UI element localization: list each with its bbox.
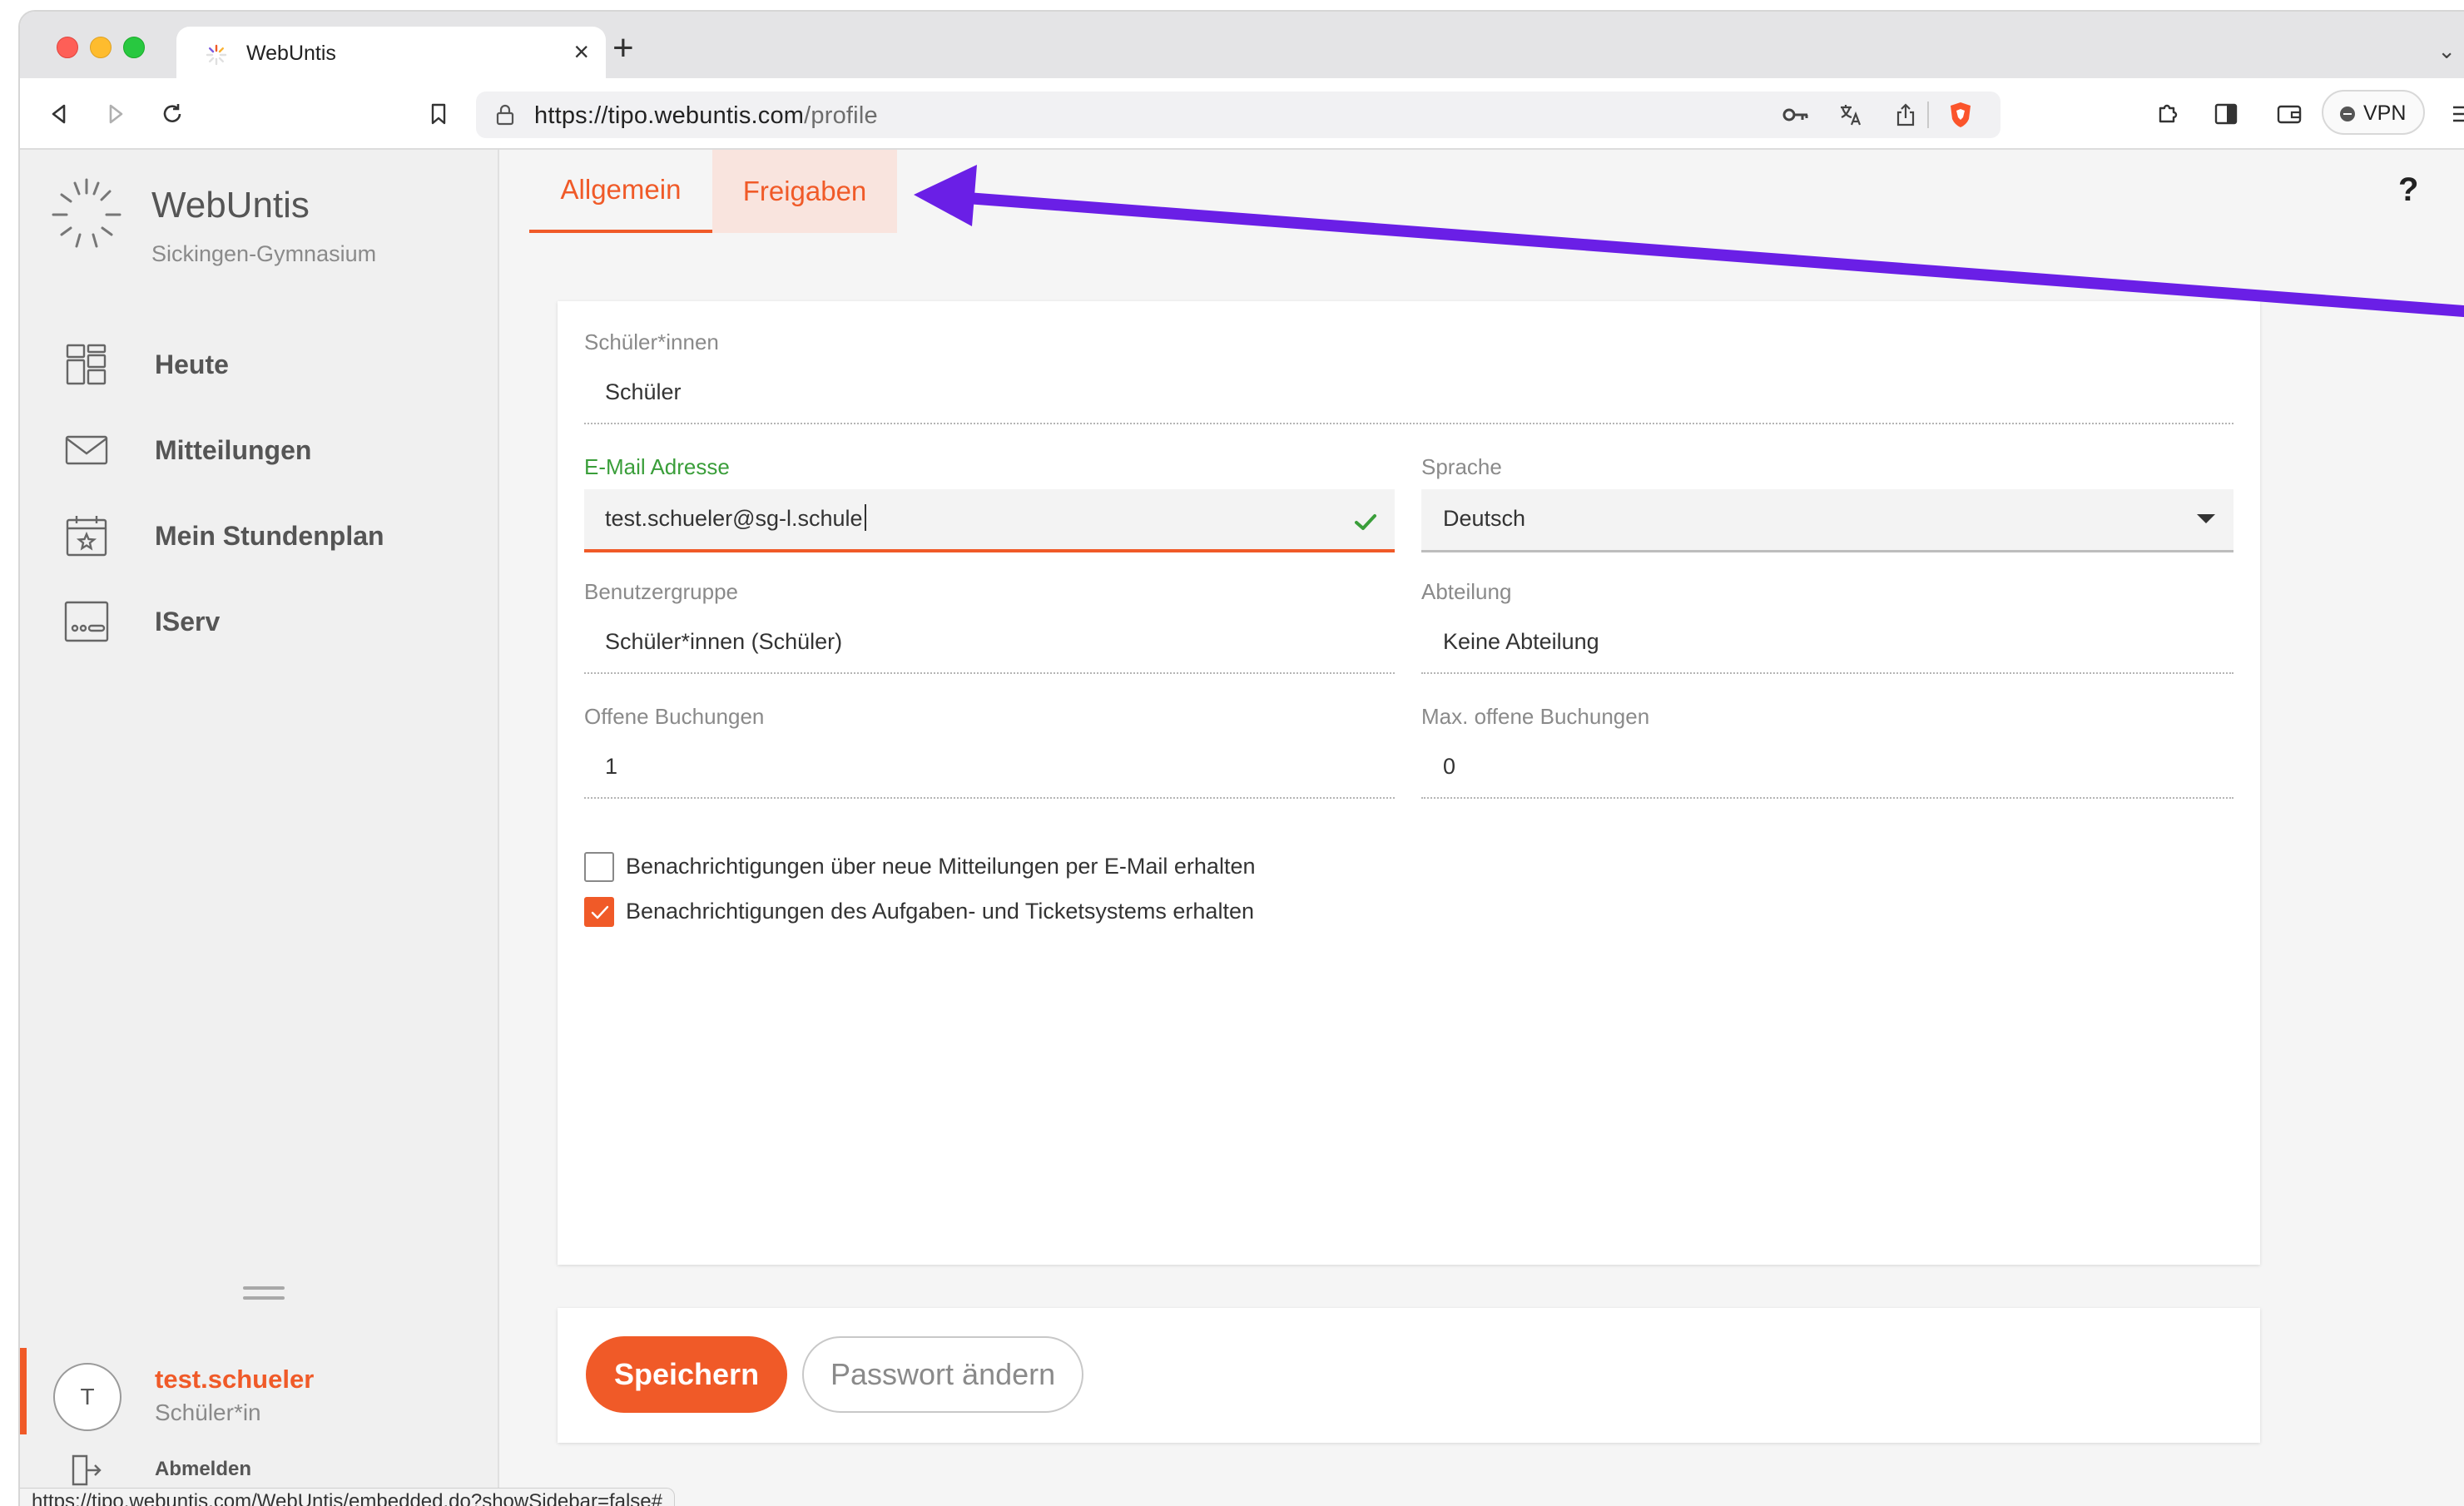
email-field[interactable]: test.schueler@sg-l.schule xyxy=(584,489,1395,552)
change-password-button[interactable]: Passwort ändern xyxy=(802,1336,1084,1413)
text-cursor xyxy=(865,504,866,531)
vpn-status-icon xyxy=(2340,107,2355,121)
max-bookings-label: Max. offene Buchungen xyxy=(1421,704,1650,729)
calendar-star-icon xyxy=(66,516,107,557)
checkmark-icon xyxy=(1355,514,1376,530)
user-role: Schüler*in xyxy=(155,1399,261,1425)
school-name: Sickingen-Gymnasium xyxy=(151,241,377,266)
logout-icon[interactable] xyxy=(68,1453,103,1488)
status-bar-url: https://tipo.webuntis.com/WebUntis/embed… xyxy=(20,1488,676,1506)
browser-window: WebUntis × + ⌄ https://tipo.webuntis.com… xyxy=(18,10,2464,1506)
key-icon[interactable] xyxy=(1782,102,1809,128)
sidebar-drag-handle[interactable] xyxy=(243,1286,285,1300)
dashboard-icon xyxy=(66,344,107,385)
user-active-indicator xyxy=(20,1348,27,1434)
language-select[interactable]: Deutsch xyxy=(1421,489,2233,552)
reload-icon[interactable] xyxy=(158,100,186,128)
translate-icon[interactable] xyxy=(1837,102,1864,128)
url-path: /profile xyxy=(804,102,878,129)
email-notifications-label: Benachrichtigungen über neue Mitteilunge… xyxy=(626,854,1256,879)
screen: WebUntis × + ⌄ https://tipo.webuntis.com… xyxy=(0,0,2464,1506)
help-icon[interactable]: ? xyxy=(2398,171,2418,209)
student-value: Schüler xyxy=(605,379,682,404)
sidebar-item-mitteilungen[interactable]: Mitteilungen xyxy=(20,417,499,483)
tab-freigaben[interactable]: Freigaben xyxy=(712,150,897,233)
url-host: https://tipo.webuntis.com xyxy=(534,102,805,129)
profile-form-card: Schüler*innen Schüler E-Mail Adresse tes… xyxy=(558,301,2260,1265)
sidebar-toggle-icon[interactable] xyxy=(2212,100,2240,128)
webuntis-app: WebUntis Sickingen-Gymnasium Heute Mitte… xyxy=(20,150,2464,1506)
sidebar-item-label: Heute xyxy=(155,349,229,379)
close-tab-icon[interactable]: × xyxy=(573,37,589,67)
student-field-line xyxy=(584,423,2233,424)
url-text: https://tipo.webuntis.com/profile xyxy=(534,102,878,130)
browser-tab[interactable]: WebUntis × xyxy=(176,27,606,80)
sidebar-item-heute[interactable]: Heute xyxy=(20,331,499,398)
user-name[interactable]: test.schueler xyxy=(155,1365,314,1395)
tab-title: WebUntis xyxy=(246,42,336,65)
wallet-icon[interactable] xyxy=(2275,100,2303,128)
save-button[interactable]: Speichern xyxy=(586,1336,788,1413)
student-label: Schüler*innen xyxy=(584,329,719,354)
avatar[interactable]: T xyxy=(53,1363,121,1431)
webuntis-favicon-icon xyxy=(206,44,227,66)
max-bookings-field-line xyxy=(1421,797,2233,799)
iserv-icon xyxy=(64,601,109,642)
chevron-down-icon[interactable]: ⌄ xyxy=(2437,38,2456,64)
minimize-window-button[interactable] xyxy=(90,37,112,58)
sidebar-item-label: Mein Stundenplan xyxy=(155,521,384,551)
sidebar-item-label: IServ xyxy=(155,607,221,637)
share-icon[interactable] xyxy=(1892,102,1919,128)
lock-icon xyxy=(496,104,514,126)
extensions-icon[interactable] xyxy=(2154,100,2182,128)
group-field-line xyxy=(584,672,1395,674)
group-label: Benutzergruppe xyxy=(584,579,739,604)
browser-toolbar: https://tipo.webuntis.com/profile VPN xyxy=(20,78,2464,150)
vpn-label: VPN xyxy=(2363,102,2407,125)
tab-allgemein[interactable]: Allgemein xyxy=(529,150,712,233)
sidebar-item-iserv[interactable]: IServ xyxy=(20,588,499,655)
close-window-button[interactable] xyxy=(57,37,78,58)
dropdown-arrow-icon xyxy=(2197,514,2215,523)
email-notifications-checkbox[interactable] xyxy=(584,852,614,882)
email-label: E-Mail Adresse xyxy=(584,454,730,479)
department-value: Keine Abteilung xyxy=(1443,629,1599,654)
language-value: Deutsch xyxy=(1443,506,1526,531)
open-bookings-label: Offene Buchungen xyxy=(584,704,765,729)
language-label: Sprache xyxy=(1421,454,1502,479)
bookmark-icon[interactable] xyxy=(424,100,453,128)
logout-link[interactable]: Abmelden xyxy=(155,1458,251,1481)
sidebar-item-label: Mitteilungen xyxy=(155,435,312,465)
form-actions: Speichern Passwort ändern xyxy=(558,1308,2260,1443)
webuntis-logo-icon xyxy=(52,178,121,248)
tab-strip: WebUntis × + ⌄ xyxy=(20,12,2464,80)
sidebar-item-stundenplan[interactable]: Mein Stundenplan xyxy=(20,503,499,569)
envelope-icon xyxy=(65,435,108,465)
group-value: Schüler*innen (Schüler) xyxy=(605,629,843,654)
max-bookings-value: 0 xyxy=(1443,754,1456,779)
back-icon[interactable] xyxy=(45,100,73,128)
email-value: test.schueler@sg-l.schule xyxy=(605,506,863,531)
department-field-line xyxy=(1421,672,2233,674)
open-bookings-field-line xyxy=(584,797,1395,799)
address-bar[interactable]: https://tipo.webuntis.com/profile xyxy=(476,92,2000,138)
sidebar: WebUntis Sickingen-Gymnasium Heute Mitte… xyxy=(20,150,499,1506)
url-separator xyxy=(1927,102,1929,128)
checkbox-check-icon xyxy=(591,905,609,919)
main-content: Allgemein Freigaben ? Schüler*innen Schü… xyxy=(501,150,2464,1506)
brave-shield-icon[interactable] xyxy=(1947,102,1974,128)
ticket-notifications-label: Benachrichtigungen des Aufgaben- und Tic… xyxy=(626,899,1254,924)
department-label: Abteilung xyxy=(1421,579,1512,604)
menu-icon[interactable] xyxy=(2448,100,2464,128)
brand-name: WebUntis xyxy=(151,185,310,225)
ticket-notifications-checkbox[interactable] xyxy=(584,897,614,927)
forward-icon[interactable] xyxy=(102,100,130,128)
open-bookings-value: 1 xyxy=(605,754,618,779)
new-tab-icon[interactable]: + xyxy=(612,30,634,67)
vpn-button[interactable]: VPN xyxy=(2322,90,2425,135)
maximize-window-button[interactable] xyxy=(123,37,145,58)
